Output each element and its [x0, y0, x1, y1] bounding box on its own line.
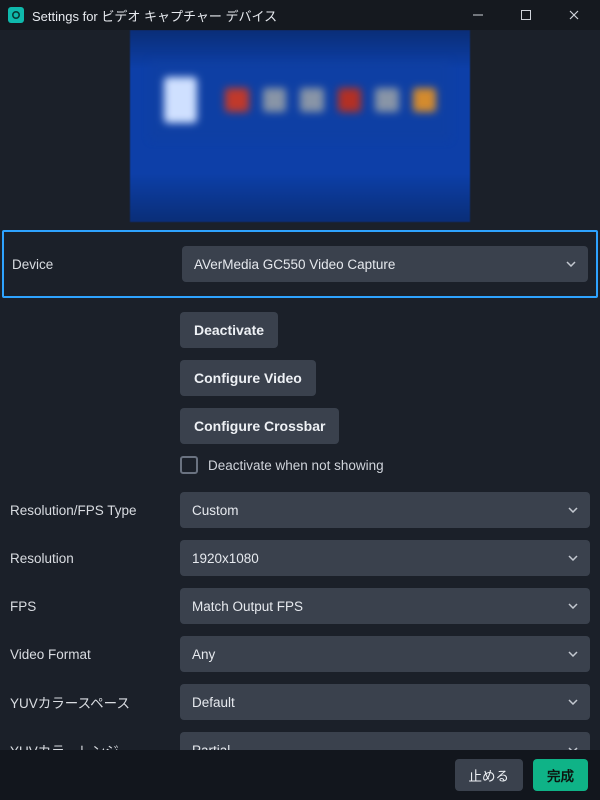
- window-title: Settings for ビデオ キャプチャー デバイス: [32, 6, 277, 25]
- yuv-color-space-row: YUVカラースペース Default: [10, 684, 590, 720]
- device-select[interactable]: AVerMedia GC550 Video Capture: [182, 246, 588, 282]
- yuv-color-range-row: YUVカラーレンジ Partial: [10, 732, 590, 750]
- fps-label: FPS: [10, 599, 170, 614]
- device-label: Device: [12, 257, 172, 272]
- fps-select[interactable]: Match Output FPS: [180, 588, 590, 624]
- chevron-down-icon: [568, 603, 578, 609]
- preview-area: [0, 30, 600, 222]
- video-format-label: Video Format: [10, 647, 170, 662]
- chevron-down-icon: [566, 261, 576, 267]
- chevron-down-icon: [568, 699, 578, 705]
- chevron-down-icon: [568, 555, 578, 561]
- resolution-label: Resolution: [10, 551, 170, 566]
- close-button[interactable]: [554, 0, 594, 30]
- done-button[interactable]: 完成: [533, 759, 588, 791]
- video-preview: [130, 30, 470, 222]
- device-select-value: AVerMedia GC550 Video Capture: [194, 257, 395, 272]
- fps-row: FPS Match Output FPS: [10, 588, 590, 624]
- deactivate-when-not-showing-checkbox[interactable]: [180, 456, 198, 474]
- resolution-fps-type-row: Resolution/FPS Type Custom: [10, 492, 590, 528]
- resolution-row: Resolution 1920x1080: [10, 540, 590, 576]
- content-area: Device AVerMedia GC550 Video Capture Dea…: [0, 30, 600, 750]
- titlebar: Settings for ビデオ キャプチャー デバイス: [0, 0, 600, 30]
- resolution-fps-type-select[interactable]: Custom: [180, 492, 590, 528]
- deactivate-when-not-showing-label: Deactivate when not showing: [208, 458, 384, 473]
- deactivate-when-not-showing-row: Deactivate when not showing: [180, 456, 590, 474]
- resolution-fps-type-label: Resolution/FPS Type: [10, 503, 170, 518]
- video-format-select[interactable]: Any: [180, 636, 590, 672]
- configure-video-button[interactable]: Configure Video: [180, 360, 316, 396]
- configure-crossbar-button[interactable]: Configure Crossbar: [180, 408, 339, 444]
- video-format-row: Video Format Any: [10, 636, 590, 672]
- cancel-button[interactable]: 止める: [455, 759, 524, 791]
- yuv-color-range-select[interactable]: Partial: [180, 732, 590, 750]
- yuv-color-space-select[interactable]: Default: [180, 684, 590, 720]
- chevron-down-icon: [568, 747, 578, 750]
- maximize-button[interactable]: [506, 0, 546, 30]
- deactivate-button[interactable]: Deactivate: [180, 312, 278, 348]
- settings-form: Device AVerMedia GC550 Video Capture Dea…: [0, 222, 600, 750]
- chevron-down-icon: [568, 651, 578, 657]
- yuv-color-space-label: YUVカラースペース: [10, 692, 170, 712]
- footer: 止める 完成: [0, 750, 600, 800]
- yuv-color-range-label: YUVカラーレンジ: [10, 740, 170, 750]
- app-icon: [8, 7, 24, 23]
- device-row: Device AVerMedia GC550 Video Capture: [2, 230, 598, 298]
- resolution-select[interactable]: 1920x1080: [180, 540, 590, 576]
- minimize-button[interactable]: [458, 0, 498, 30]
- chevron-down-icon: [568, 507, 578, 513]
